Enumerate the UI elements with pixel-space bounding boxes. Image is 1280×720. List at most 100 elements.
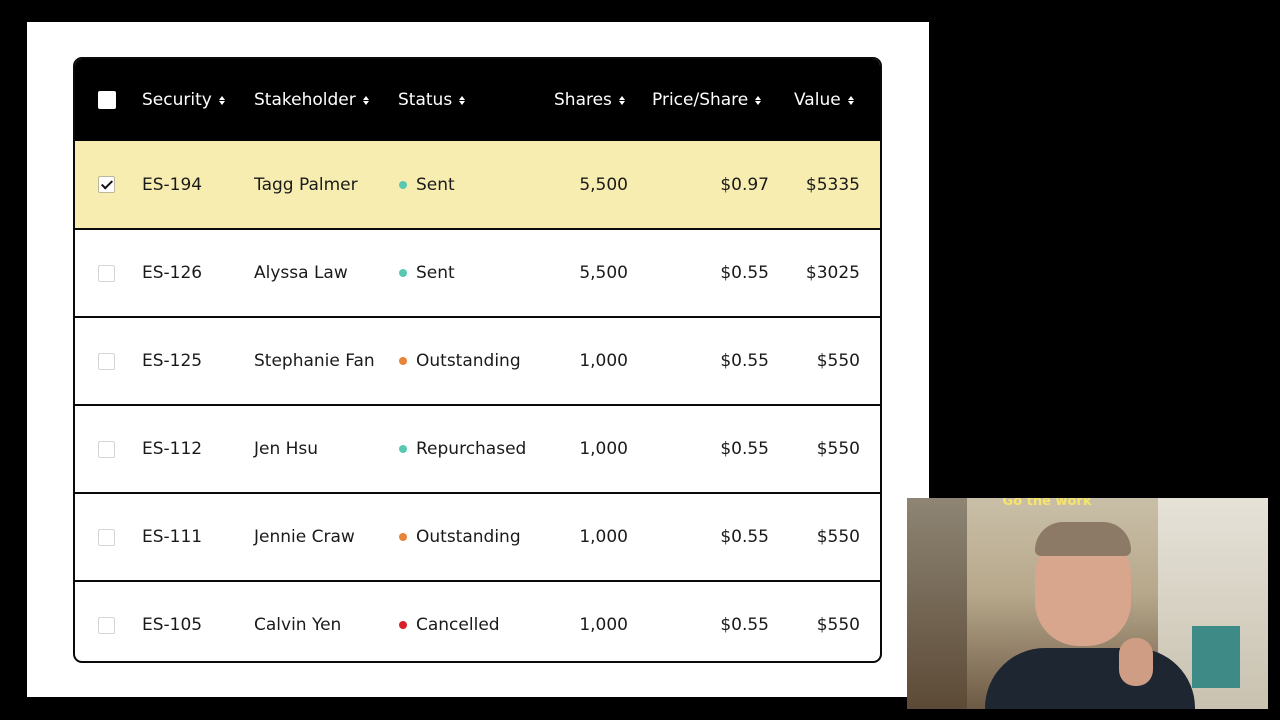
- price-value: $0.55: [720, 351, 769, 371]
- shares-value: 1,000: [579, 439, 628, 459]
- status-label: Repurchased: [416, 439, 527, 459]
- column-label: Status: [398, 90, 453, 110]
- cell-security: ES-111: [142, 494, 202, 580]
- shares-value: 1,000: [579, 527, 628, 547]
- price-value: $0.55: [720, 615, 769, 635]
- table-row[interactable]: ES-105 Calvin Yen Cancelled 1,000 $0.55 $550: [75, 580, 880, 661]
- table-row[interactable]: ES-194 Tagg Palmer Sent 5,500 $0.97 $5335: [75, 141, 880, 229]
- cell-price: $0.55: [675, 230, 769, 316]
- cell-shares: 1,000: [545, 318, 628, 404]
- stakeholder-name: Jennie Craw: [254, 527, 355, 547]
- select-all-checkbox[interactable]: [98, 91, 116, 109]
- security-id: ES-111: [142, 527, 203, 547]
- status-dot-icon: [399, 445, 407, 453]
- cell-status: Outstanding: [399, 494, 521, 580]
- cell-status: Cancelled: [399, 582, 500, 661]
- value-value: $550: [816, 615, 860, 635]
- row-checkbox[interactable]: [98, 176, 115, 193]
- price-value: $0.55: [720, 527, 769, 547]
- cell-status: Sent: [399, 230, 455, 316]
- presenter-hand: [1119, 638, 1153, 686]
- sort-icon: [218, 95, 225, 105]
- status-dot-icon: [399, 269, 407, 277]
- cell-shares: 1,000: [545, 582, 628, 661]
- cell-price: $0.55: [675, 406, 769, 492]
- neon-sign: Go the work: [1002, 498, 1092, 509]
- shares-value: 5,500: [579, 263, 628, 283]
- shares-value: 1,000: [579, 615, 628, 635]
- row-checkbox[interactable]: [98, 265, 115, 282]
- status-label: Sent: [416, 263, 455, 283]
- column-label: Shares: [554, 90, 612, 110]
- row-checkbox[interactable]: [98, 353, 115, 370]
- value-value: $550: [816, 527, 860, 547]
- cell-shares: 1,000: [545, 494, 628, 580]
- stakeholder-name: Jen Hsu: [254, 439, 319, 459]
- column-header-value[interactable]: Value: [794, 59, 854, 141]
- cell-price: $0.55: [675, 582, 769, 661]
- cell-shares: 5,500: [545, 141, 628, 229]
- cell-value: $5335: [775, 141, 860, 229]
- stakeholder-name: Calvin Yen: [254, 615, 342, 635]
- shares-value: 5,500: [579, 175, 628, 195]
- column-header-shares[interactable]: Shares: [554, 59, 625, 141]
- status-dot-icon: [399, 533, 407, 541]
- cell-stakeholder: Tagg Palmer: [254, 141, 358, 229]
- webcam-overlay: Go the work: [907, 498, 1268, 709]
- price-value: $0.55: [720, 263, 769, 283]
- column-label: Stakeholder: [254, 90, 356, 110]
- status-dot-icon: [399, 357, 407, 365]
- cell-shares: 1,000: [545, 406, 628, 492]
- value-value: $550: [816, 439, 860, 459]
- shares-value: 1,000: [579, 351, 628, 371]
- cell-value: $550: [775, 494, 860, 580]
- security-id: ES-112: [142, 439, 203, 459]
- cell-security: ES-105: [142, 582, 202, 661]
- table-row[interactable]: ES-111 Jennie Craw Outstanding 1,000 $0.55 $5…: [75, 492, 880, 580]
- column-label: Price/Share: [652, 90, 749, 110]
- cell-stakeholder: Calvin Yen: [254, 582, 342, 661]
- cell-stakeholder: Alyssa Law: [254, 230, 348, 316]
- cell-value: $3025: [775, 230, 860, 316]
- stakeholder-name: Stephanie Fan: [254, 351, 375, 371]
- cell-status: Sent: [399, 141, 455, 229]
- table-header: Security Stakeholder Status Shares Price…: [75, 59, 880, 141]
- status-label: Outstanding: [416, 351, 521, 371]
- column-header-stakeholder[interactable]: Stakeholder: [254, 59, 369, 141]
- row-checkbox[interactable]: [98, 617, 115, 634]
- table-row[interactable]: ES-125 Stephanie Fan Outstanding 1,000 $0.55…: [75, 316, 880, 404]
- sort-icon: [847, 95, 854, 105]
- cell-price: $0.97: [675, 141, 769, 229]
- column-header-security[interactable]: Security: [142, 59, 225, 141]
- presenter-hair: [1035, 522, 1131, 556]
- presenter-body: [985, 648, 1195, 709]
- security-id: ES-194: [142, 175, 203, 195]
- cell-shares: 5,500: [545, 230, 628, 316]
- value-value: $3025: [805, 263, 860, 283]
- row-checkbox[interactable]: [98, 529, 115, 546]
- price-value: $0.55: [720, 439, 769, 459]
- column-label: Security: [142, 90, 212, 110]
- row-checkbox[interactable]: [98, 441, 115, 458]
- cell-security: ES-194: [142, 141, 202, 229]
- value-value: $550: [816, 351, 860, 371]
- column-header-price-share[interactable]: Price/Share: [652, 59, 762, 141]
- cell-stakeholder: Stephanie Fan: [254, 318, 375, 404]
- value-value: $5335: [805, 175, 860, 195]
- wall-poster: [1192, 626, 1240, 688]
- status-label: Cancelled: [416, 615, 500, 635]
- cell-security: ES-126: [142, 230, 202, 316]
- cell-value: $550: [775, 582, 860, 661]
- table-row[interactable]: ES-126 Alyssa Law Sent 5,500 $0.55 $3025: [75, 228, 880, 316]
- status-dot-icon: [399, 621, 407, 629]
- cell-status: Repurchased: [399, 406, 526, 492]
- sort-icon: [459, 95, 466, 105]
- column-label: Value: [794, 90, 841, 110]
- table-row[interactable]: ES-112 Jen Hsu Repurchased 1,000 $0.55 $550: [75, 404, 880, 492]
- cell-stakeholder: Jen Hsu: [254, 406, 318, 492]
- sort-icon: [618, 95, 625, 105]
- cell-security: ES-112: [142, 406, 202, 492]
- cell-stakeholder: Jennie Craw: [254, 494, 355, 580]
- status-label: Outstanding: [416, 527, 521, 547]
- column-header-status[interactable]: Status: [398, 59, 466, 141]
